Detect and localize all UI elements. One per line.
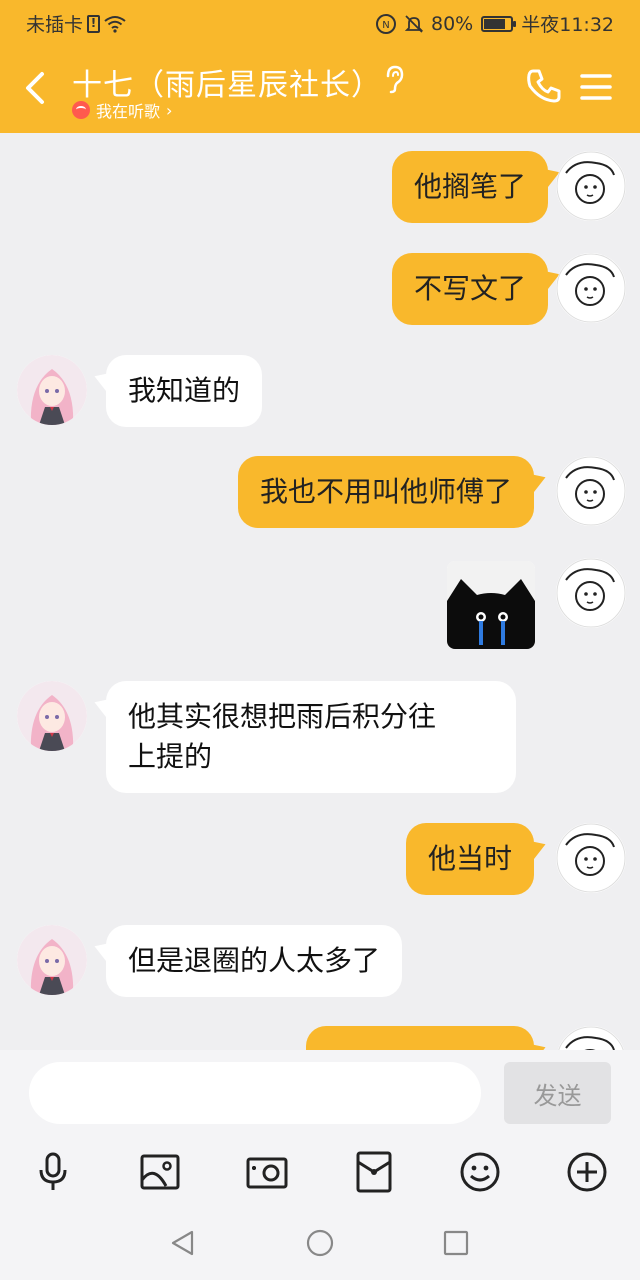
- nav-bar: 十七（雨后星辰社长） 我在听歌 ›: [0, 52, 640, 127]
- microphone-icon[interactable]: [31, 1150, 75, 1194]
- message-list[interactable]: 他搁笔了 不写文了 我知道的 我也不用叫他师傅了 他其实很想把雨后积分往 上提的…: [0, 133, 640, 1050]
- contact-avatar[interactable]: [17, 925, 87, 995]
- message-input[interactable]: [29, 1062, 481, 1124]
- message-bubble[interactable]: 他搁笔了: [391, 151, 548, 223]
- input-toolbar: [0, 1142, 640, 1206]
- camera-icon[interactable]: [245, 1150, 289, 1194]
- image-icon[interactable]: [138, 1150, 182, 1194]
- contact-avatar[interactable]: [17, 681, 87, 751]
- message-line: 上提的: [128, 740, 213, 773]
- composer-bar: 发送: [0, 1050, 640, 1142]
- clock: 半夜11:32: [521, 14, 614, 36]
- mute-icon: [404, 14, 424, 33]
- status-line[interactable]: 我在听歌 ›: [72, 98, 172, 122]
- back-icon[interactable]: [18, 66, 54, 110]
- my-avatar[interactable]: [556, 1026, 626, 1050]
- message-line: 他其实很想把雨后积分往: [128, 700, 437, 733]
- chat-header: 未插卡 ! N 80% 半夜11:32 十七（雨后星辰社长） 我在听歌 ›: [0, 0, 640, 133]
- menu-icon[interactable]: [578, 70, 614, 104]
- my-avatar[interactable]: [556, 151, 626, 221]
- message-bubble[interactable]: 但是退圈的人太多了: [106, 925, 403, 997]
- back-triangle-icon[interactable]: [168, 1228, 198, 1258]
- emoji-icon[interactable]: [458, 1150, 502, 1194]
- home-circle-icon[interactable]: [305, 1228, 335, 1258]
- recents-square-icon[interactable]: [441, 1228, 471, 1258]
- message-bubble[interactable]: 我也不用叫他师傅了: [237, 456, 534, 528]
- chevron-right-icon: ›: [166, 100, 173, 120]
- wifi-icon: [104, 15, 126, 33]
- nfc-icon: N: [376, 13, 396, 34]
- system-navigation-bar: [0, 1206, 640, 1280]
- my-avatar[interactable]: [556, 823, 626, 893]
- battery-icon: [481, 15, 517, 32]
- message-bubble[interactable]: [306, 1026, 534, 1050]
- ear-icon[interactable]: [382, 64, 406, 94]
- plus-icon[interactable]: [565, 1150, 609, 1194]
- status-bar: 未插卡 ! N 80% 半夜11:32: [0, 0, 640, 44]
- my-avatar[interactable]: [556, 253, 626, 323]
- sim-alert-icon: !: [87, 14, 101, 33]
- status-text: 我在听歌: [96, 102, 161, 121]
- my-avatar[interactable]: [556, 558, 626, 628]
- message-bubble[interactable]: 他其实很想把雨后积分往 上提的: [106, 681, 516, 793]
- message-bubble[interactable]: 不写文了: [391, 253, 548, 325]
- contact-avatar[interactable]: [17, 355, 87, 425]
- message-bubble[interactable]: 他当时: [405, 823, 534, 895]
- send-button[interactable]: 发送: [504, 1062, 611, 1124]
- music-status-icon: [72, 101, 90, 119]
- phone-icon[interactable]: [524, 66, 564, 106]
- red-packet-icon[interactable]: [352, 1150, 396, 1194]
- battery-percent: 80%: [431, 12, 474, 35]
- crying-cat-sticker[interactable]: [447, 561, 535, 649]
- carrier-text: 未插卡: [26, 14, 84, 36]
- message-bubble[interactable]: 我知道的: [106, 355, 263, 427]
- svg-text:N: N: [382, 20, 389, 31]
- my-avatar[interactable]: [556, 456, 626, 526]
